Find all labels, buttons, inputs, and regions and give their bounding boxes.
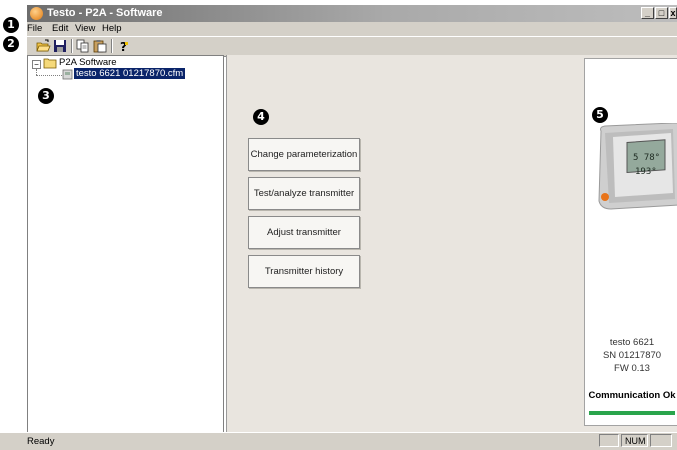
status-panel-empty [599, 434, 619, 447]
menu-bar: File Edit View Help [27, 22, 677, 36]
svg-text:?: ? [120, 40, 127, 53]
callout-4: 4 [253, 109, 269, 125]
adjust-transmitter-button[interactable]: Adjust transmitter [248, 216, 360, 249]
test-analyze-transmitter-button[interactable]: Test/analyze transmitter [248, 177, 360, 210]
close-button[interactable]: x [669, 7, 677, 19]
change-parameterization-button[interactable]: Change parameterization [248, 138, 360, 171]
device-model: testo 6621 [609, 337, 655, 348]
display-line-1: 5 78° [633, 153, 660, 163]
menu-view[interactable]: View [75, 23, 95, 34]
callout-1: 1 [3, 17, 19, 33]
device-firmware: FW 0.13 [614, 363, 650, 374]
title-bar: Testo - P2A - Software _ □ x [27, 5, 677, 22]
callout-3: 3 [38, 88, 54, 104]
menu-edit[interactable]: Edit [52, 23, 68, 34]
status-panel-empty [650, 434, 672, 447]
toolbar-separator [71, 39, 73, 53]
transmitter-history-button[interactable]: Transmitter history [248, 255, 360, 288]
status-text: Ready [27, 436, 55, 447]
main-pane: 4 Change parameterization Test/analyze t… [226, 55, 677, 432]
tree-connector [36, 75, 62, 77]
status-panel-num: NUM [621, 434, 648, 447]
toolbar-separator [111, 39, 113, 53]
toolbar: ? [27, 36, 677, 57]
transmitter-image: 5 78° 193° [591, 122, 677, 216]
tree-item-device[interactable]: testo 6621 01217870.cfm [74, 68, 186, 79]
display-line-2: 193° [635, 167, 657, 177]
paste-icon[interactable] [93, 39, 108, 53]
app-icon [30, 7, 43, 20]
window-title: Testo - P2A - Software [47, 7, 163, 19]
maximize-button[interactable]: □ [655, 7, 668, 19]
communication-status: Communication Ok [588, 390, 676, 401]
folder-icon [43, 57, 57, 72]
project-tree[interactable]: − P2A Software testo 6621 01217870.cfm 3 [27, 55, 224, 434]
device-serial: SN 01217870 [602, 350, 662, 361]
callout-2: 2 [3, 36, 19, 52]
device-config-icon [62, 69, 73, 83]
callout-5: 5 [592, 107, 608, 123]
device-panel: 5 5 78° 193° testo 6621 SN 01217870 FW 0… [584, 58, 677, 426]
device-info: testo 6621 SN 01217870 FW 0.13 [585, 336, 677, 375]
copy-icon[interactable] [76, 39, 91, 53]
status-bar: Ready NUM [0, 432, 677, 450]
communication-status-bar [589, 411, 675, 415]
tree-root-label[interactable]: P2A Software [59, 57, 117, 68]
minimize-button[interactable]: _ [641, 7, 654, 19]
help-icon[interactable]: ? [116, 39, 131, 54]
menu-file[interactable]: File [27, 23, 42, 34]
menu-help[interactable]: Help [102, 23, 122, 34]
tree-collapse-toggle[interactable]: − [32, 60, 41, 69]
save-icon[interactable] [53, 39, 68, 53]
open-icon[interactable] [36, 39, 51, 53]
